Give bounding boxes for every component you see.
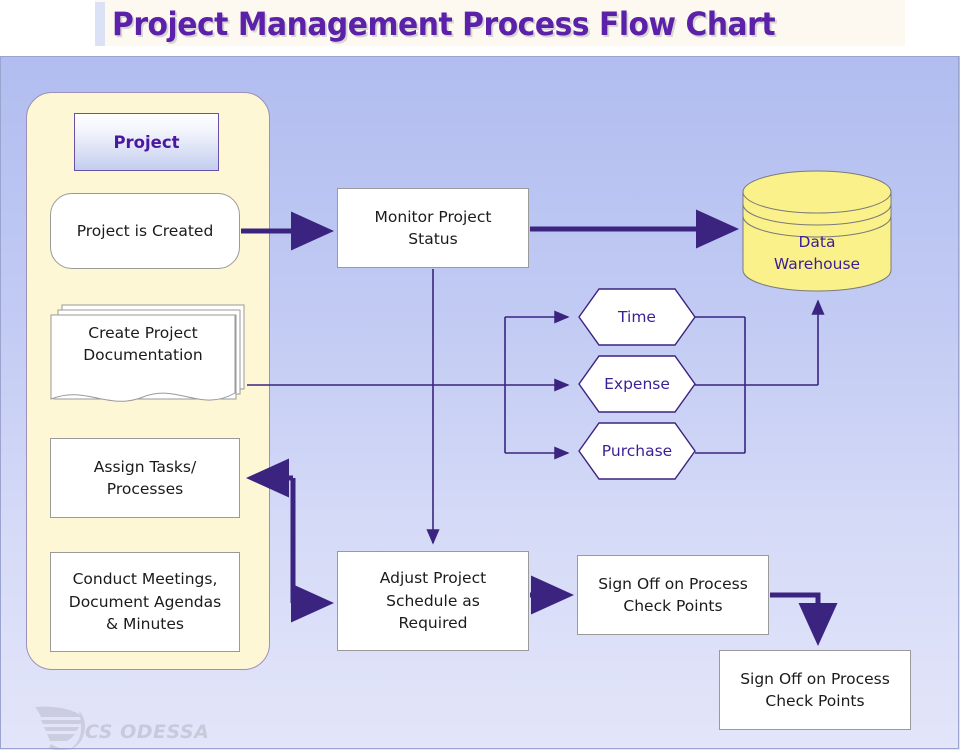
watermark-text: CS ODESSA [85,721,210,743]
conduct-meetings-line1: Conduct Meetings, [72,570,218,589]
node-data-warehouse-label: Data Warehouse [742,222,892,284]
page-header: Project Management Process Flow Chart [0,0,960,56]
data-warehouse-line2: Warehouse [773,255,861,273]
doc-label-line1: Create Project [88,323,198,342]
doc-label-line2: Documentation [83,346,203,364]
header-accent-bar [95,2,105,46]
signoff2-line1: Sign Off on Process [740,669,890,688]
node-sign-off-check-points-1[interactable]: Sign Off on Process Check Points [577,555,769,635]
assign-tasks-line2: Processes [106,480,184,498]
conduct-meetings-line2: Document Agendas [68,592,222,611]
signoff1-line1: Sign Off on Process [598,574,748,593]
node-monitor-project-status[interactable]: Monitor Project Status [337,188,529,268]
hexagon-time-label: Time [618,308,656,326]
assign-tasks-line1: Assign Tasks/ [93,457,197,476]
watermark-logo: CS ODESSA [25,701,225,750]
node-data-warehouse[interactable]: Data Warehouse [742,170,892,292]
node-project-is-created-label: Project is Created [76,221,214,240]
node-adjust-project-schedule[interactable]: Adjust Project Schedule as Required [337,551,529,651]
signoff2-line2: Check Points [765,692,865,710]
node-hexagon-expense[interactable]: Expense [578,355,696,413]
node-conduct-meetings[interactable]: Conduct Meetings, Document Agendas & Min… [50,552,240,652]
node-assign-tasks[interactable]: Assign Tasks/ Processes [50,438,240,518]
page-title: Project Management Process Flow Chart [112,5,776,43]
node-create-project-documentation[interactable]: Create Project Documentation [50,301,246,411]
node-hexagon-purchase[interactable]: Purchase [578,422,696,480]
node-sign-off-check-points-2[interactable]: Sign Off on Process Check Points [719,650,911,730]
monitor-status-line2: Status [408,230,458,248]
monitor-status-line1: Monitor Project [374,207,492,226]
project-header-label: Project [113,132,180,152]
signoff1-line2: Check Points [623,597,723,615]
adjust-schedule-line3: Required [398,614,468,633]
hexagon-purchase-label: Purchase [601,442,673,460]
connector-signoff1-to-signoff2 [770,592,838,646]
node-create-project-documentation-label: Create Project Documentation [50,313,236,375]
adjust-schedule-line2: Schedule as [386,591,480,610]
project-header-box[interactable]: Project [74,113,219,171]
data-warehouse-line1: Data [798,232,836,251]
hexagon-expense-label: Expense [604,375,670,393]
node-hexagon-time[interactable]: Time [578,288,696,346]
adjust-schedule-line1: Adjust Project [379,569,487,588]
diagram-canvas: Project Project is Created Create Projec… [0,56,960,750]
conduct-meetings-line3: & Minutes [105,615,184,634]
node-project-is-created[interactable]: Project is Created [50,193,240,269]
flowchart-page: Project Management Process Flow Chart Pr… [0,0,960,750]
